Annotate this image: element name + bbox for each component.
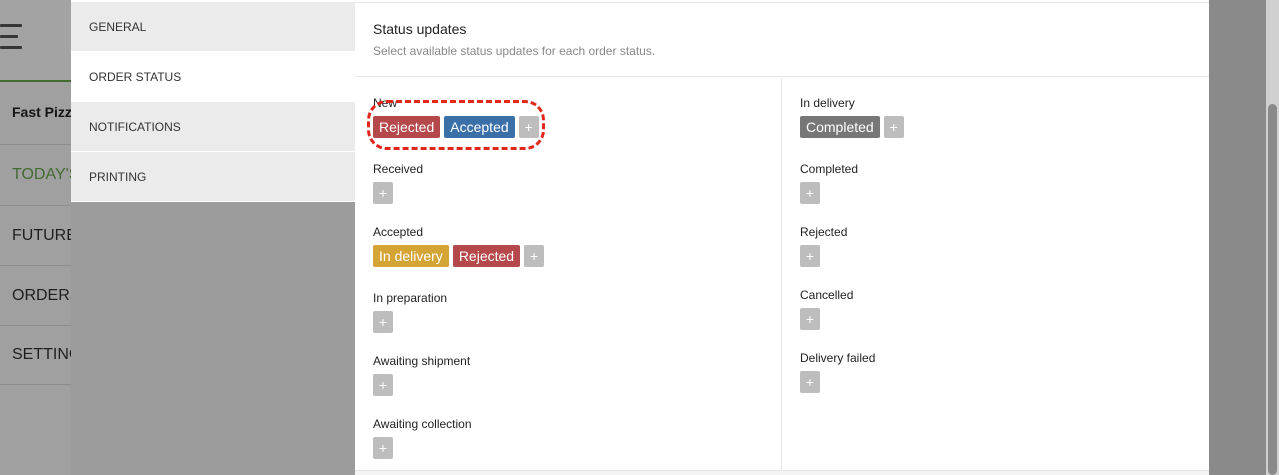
tab-order-status[interactable]: ORDER STATUS: [71, 52, 355, 102]
status-label: Cancelled: [800, 288, 854, 302]
tab-label: GENERAL: [89, 19, 147, 34]
status-group-accepted: Accepted In delivery Rejected +: [373, 225, 545, 267]
add-status-button[interactable]: +: [800, 308, 820, 330]
tab-general[interactable]: GENERAL: [71, 2, 355, 52]
status-group-received: Received +: [373, 162, 423, 204]
status-updates-panel: Status updates Select available status u…: [355, 2, 1209, 475]
settings-modal: GENERAL ORDER STATUS NOTIFICATIONS PRINT…: [71, 0, 1209, 475]
add-status-button[interactable]: +: [800, 371, 820, 393]
panel-header: Status updates Select available status u…: [355, 3, 1209, 77]
tabs-empty-area: [71, 202, 355, 475]
status-group-cancelled: Cancelled +: [800, 288, 853, 330]
add-status-button[interactable]: +: [800, 182, 820, 204]
scrollbar-thumb[interactable]: [1268, 104, 1277, 475]
status-group-in-delivery: In delivery Completed +: [800, 96, 904, 138]
status-label: Rejected: [800, 225, 848, 239]
status-label: In delivery: [800, 96, 855, 110]
tab-notifications[interactable]: NOTIFICATIONS: [71, 102, 355, 152]
panel-footer: [355, 470, 1209, 475]
add-status-button[interactable]: +: [800, 245, 820, 267]
status-group-in-preparation: In preparation +: [373, 291, 447, 333]
panel-subtitle: Select available status updates for each…: [373, 44, 656, 58]
status-label: Awaiting shipment: [373, 354, 471, 368]
status-label: Delivery failed: [800, 351, 876, 365]
add-status-button[interactable]: +: [524, 245, 545, 267]
status-label: Accepted: [373, 225, 424, 239]
chip-completed[interactable]: Completed: [800, 116, 880, 138]
tab-label: NOTIFICATIONS: [89, 119, 181, 134]
status-label: Received: [373, 162, 424, 176]
status-label: Completed: [800, 162, 859, 176]
add-status-button[interactable]: +: [373, 182, 393, 204]
annotation-highlight: [367, 100, 545, 150]
add-status-button[interactable]: +: [373, 374, 393, 396]
status-group-delivery-failed: Delivery failed +: [800, 351, 875, 393]
status-group-awaiting-collection: Awaiting collection +: [373, 417, 472, 459]
tab-label: ORDER STATUS: [89, 69, 182, 84]
panel-title: Status updates: [373, 21, 467, 37]
chip-rejected[interactable]: Rejected: [452, 245, 521, 267]
add-status-button[interactable]: +: [373, 311, 393, 333]
chip-in-delivery[interactable]: In delivery: [373, 245, 449, 267]
status-group-completed: Completed +: [800, 162, 858, 204]
tab-printing[interactable]: PRINTING: [71, 152, 355, 202]
add-status-button[interactable]: +: [883, 116, 904, 138]
add-status-button[interactable]: +: [373, 437, 393, 459]
status-group-rejected: Rejected +: [800, 225, 847, 267]
right-status-column: In delivery Completed + Completed + Reje…: [782, 78, 1209, 470]
settings-tabs: GENERAL ORDER STATUS NOTIFICATIONS PRINT…: [71, 2, 355, 202]
status-group-awaiting-shipment: Awaiting shipment +: [373, 354, 470, 396]
status-label: In preparation: [373, 291, 448, 305]
status-label: Awaiting collection: [373, 417, 472, 431]
tab-label: PRINTING: [89, 169, 147, 184]
